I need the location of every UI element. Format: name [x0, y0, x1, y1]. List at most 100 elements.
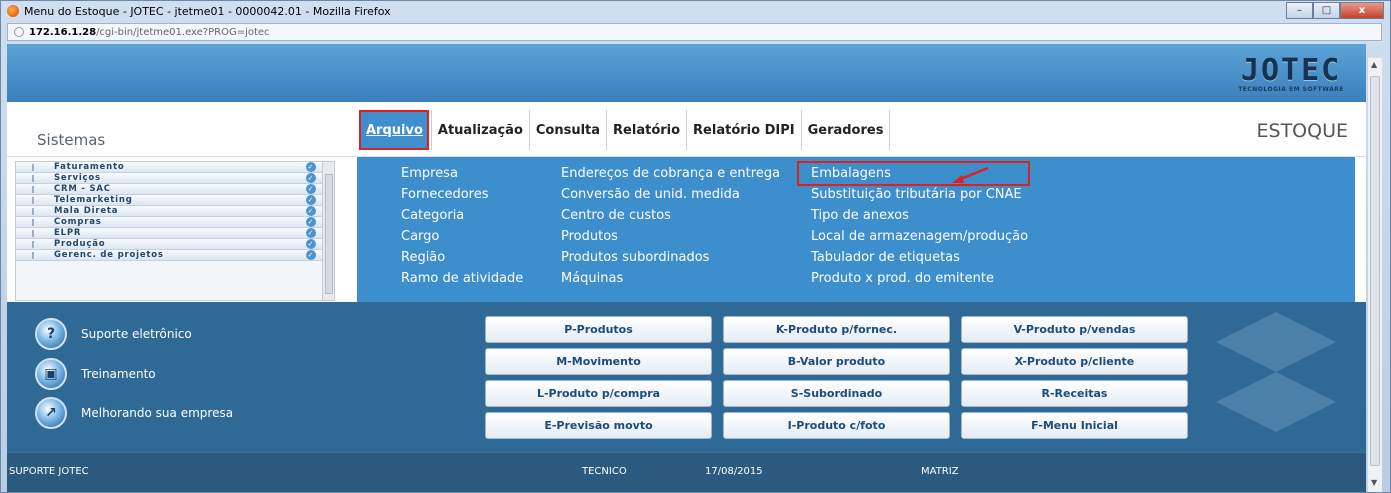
menu-option-fornecedores[interactable]: Fornecedores	[401, 184, 523, 205]
menu-option-enderecos[interactable]: Endereços de cobrança e entrega	[561, 163, 780, 184]
f-menu-inicial-button[interactable]: F-Menu Inicial	[961, 412, 1188, 439]
browser-window: Menu do Estoque - JOTEC - jtetme01 - 000…	[0, 0, 1391, 493]
close-button[interactable]: x	[1340, 2, 1384, 19]
sidebar-item-label: Compras	[54, 217, 102, 227]
sidebar-item-faturamento[interactable]: Faturamento ✓	[16, 162, 334, 173]
menu-option-produto-emitente[interactable]: Produto x prod. do emitente	[811, 268, 1028, 289]
menu-option-produtos[interactable]: Produtos	[561, 226, 780, 247]
menu-relatorio[interactable]: Relatório	[606, 110, 686, 150]
i-produto-foto-button[interactable]: I-Produto c/foto	[723, 412, 950, 439]
minimize-button[interactable]: –	[1286, 2, 1313, 19]
check-icon: ✓	[306, 228, 316, 238]
sidebar-item-elpr[interactable]: ELPR ✓	[16, 228, 334, 239]
sidebar-item-label: Mala Direta	[54, 206, 119, 216]
sidebar-item-mala-direta[interactable]: Mala Direta ✓	[16, 206, 334, 217]
sidebar-item-servicos[interactable]: Serviços ✓	[16, 173, 334, 184]
suporte-eletronico-link[interactable]: ? Suporte eletrônico	[35, 318, 192, 350]
menu-option-regiao[interactable]: Região	[401, 247, 523, 268]
menu-option-centro-custos[interactable]: Centro de custos	[561, 205, 780, 226]
menu-atualizacao[interactable]: Atualização	[430, 110, 529, 150]
treinamento-link[interactable]: ▣ Treinamento	[35, 358, 156, 390]
top-banner: JOTEC TECNOLOGIA EM SOFTWARE	[7, 44, 1366, 102]
r-receitas-button[interactable]: R-Receitas	[961, 380, 1188, 407]
sidebar-item-telemarketing[interactable]: Telemarketing ✓	[16, 195, 334, 206]
menu-option-produtos-subordinados[interactable]: Produtos subordinados	[561, 247, 780, 268]
sistemas-label: Sistemas	[37, 131, 106, 149]
menu-arquivo[interactable]: Arquivo	[359, 110, 429, 150]
menu-option-tabulador-etiquetas[interactable]: Tabulador de etiquetas	[811, 247, 1028, 268]
k-produto-fornec-button[interactable]: K-Produto p/fornec.	[723, 316, 950, 343]
l-produto-compra-button[interactable]: L-Produto p/compra	[485, 380, 712, 407]
sidebar-scroll-thumb[interactable]	[325, 174, 333, 294]
check-icon: ✓	[306, 250, 316, 260]
s-subordinado-button[interactable]: S-Subordinado	[723, 380, 950, 407]
menu-relatorio-dipi[interactable]: Relatório DIPI	[686, 110, 801, 150]
menu-option-ramo-atividade[interactable]: Ramo de atividade	[401, 268, 523, 289]
sidebar-item-label: Serviços	[54, 173, 101, 183]
dropdown-column-2: Endereços de cobrança e entrega Conversã…	[561, 163, 780, 289]
status-bar: SUPORTE JOTEC TECNICO 17/08/2015 MATRIZ	[7, 452, 1366, 492]
scroll-down-icon[interactable]: ▼	[1371, 478, 1377, 487]
logo-text: JOTEC	[1240, 53, 1342, 88]
menu-consulta[interactable]: Consulta	[528, 110, 606, 150]
m-movimento-button[interactable]: M-Movimento	[485, 348, 712, 375]
shortcut-panel: ? Suporte eletrônico ▣ Treinamento ↗ Mel…	[7, 302, 1366, 452]
menu-option-substituicao-tributaria[interactable]: Substituição tributária por CNAE	[811, 184, 1028, 205]
menu-option-cargo[interactable]: Cargo	[401, 226, 523, 247]
sidebar-item-label: CRM - SAC	[54, 184, 111, 194]
melhorando-empresa-link[interactable]: ↗ Melhorando sua empresa	[35, 397, 233, 429]
logo-tagline: TECNOLOGIA EM SOFTWARE	[1238, 86, 1344, 93]
status-branch: MATRIZ	[921, 466, 959, 477]
menu-option-categoria[interactable]: Categoria	[401, 205, 523, 226]
check-icon: ✓	[306, 173, 316, 183]
status-user: TECNICO	[582, 466, 627, 477]
url-host: 172.16.1.28	[29, 26, 97, 38]
page-scroll-thumb[interactable]	[1370, 76, 1380, 466]
menu-option-conversao-unid[interactable]: Conversão de unid. medida	[561, 184, 780, 205]
sidebar-item-compras[interactable]: Compras ✓	[16, 217, 334, 228]
sidebar-item-label: Produção	[54, 239, 106, 249]
firefox-icon	[7, 5, 19, 17]
window-controls: – □ x	[1286, 2, 1384, 19]
sidebar-item-crm-sac[interactable]: CRM - SAC ✓	[16, 184, 334, 195]
sidebar-item-label: Gerenc. de projetos	[54, 250, 164, 260]
sidebar-item-gerenc-projetos[interactable]: Gerenc. de projetos ✓	[16, 250, 334, 261]
decorative-pattern	[1216, 312, 1336, 432]
check-icon: ✓	[306, 195, 316, 205]
systems-sidebar: Faturamento ✓ Serviços ✓ CRM - SAC ✓ Telema…	[15, 161, 335, 301]
sidebar-item-label: Faturamento	[54, 162, 125, 172]
scroll-up-icon[interactable]: ▲	[1371, 60, 1377, 69]
melhorando-label: Melhorando sua empresa	[81, 406, 234, 420]
menu-geradores[interactable]: Geradores	[800, 110, 890, 150]
menu-option-maquinas[interactable]: Máquinas	[561, 268, 780, 289]
maximize-button[interactable]: □	[1313, 2, 1340, 19]
status-support: SUPORTE JOTEC	[9, 466, 89, 477]
red-arrow-annotation	[952, 166, 989, 183]
v-produto-vendas-button[interactable]: V-Produto p/vendas	[961, 316, 1188, 343]
sidebar-item-label: ELPR	[54, 228, 82, 238]
help-icon: ?	[35, 318, 67, 350]
menu-option-embalagens[interactable]: Embalagens	[796, 161, 1031, 186]
p-produtos-button[interactable]: P-Produtos	[485, 316, 712, 343]
b-valor-produto-button[interactable]: B-Valor produto	[723, 348, 950, 375]
treinamento-label: Treinamento	[81, 367, 156, 381]
check-icon: ✓	[306, 184, 316, 194]
status-date: 17/08/2015	[705, 466, 763, 477]
main-menu: Arquivo Atualização Consulta Relatório R…	[357, 110, 891, 150]
menu-option-local-armazenagem[interactable]: Local de armazenagem/produção	[811, 226, 1028, 247]
arquivo-dropdown: Empresa Fornecedores Categoria Cargo Reg…	[357, 157, 1355, 302]
page-scrollbar[interactable]: ▲ ▼	[1367, 58, 1382, 492]
menu-option-empresa[interactable]: Empresa	[401, 163, 523, 184]
sidebar-scrollbar[interactable]	[322, 162, 334, 300]
x-produto-cliente-button[interactable]: X-Produto p/cliente	[961, 348, 1188, 375]
e-previsao-movto-button[interactable]: E-Previsão movto	[485, 412, 712, 439]
url-bar[interactable]: 172.16.1.28 /cgi-bin/jtetme01.exe?PROG=j…	[7, 23, 1382, 41]
suporte-label: Suporte eletrônico	[81, 327, 192, 341]
sidebar-item-producao[interactable]: Produção ✓	[16, 239, 334, 250]
check-icon: ✓	[306, 206, 316, 216]
check-icon: ✓	[306, 162, 316, 172]
window-title: Menu do Estoque - JOTEC - jtetme01 - 000…	[24, 4, 391, 18]
jotec-logo: JOTEC TECNOLOGIA EM SOFTWARE	[1238, 53, 1344, 94]
menu-option-tipo-anexos[interactable]: Tipo de anexos	[811, 205, 1028, 226]
dropdown-column-3: Embalagens Substituição tributária por C…	[796, 161, 1031, 289]
